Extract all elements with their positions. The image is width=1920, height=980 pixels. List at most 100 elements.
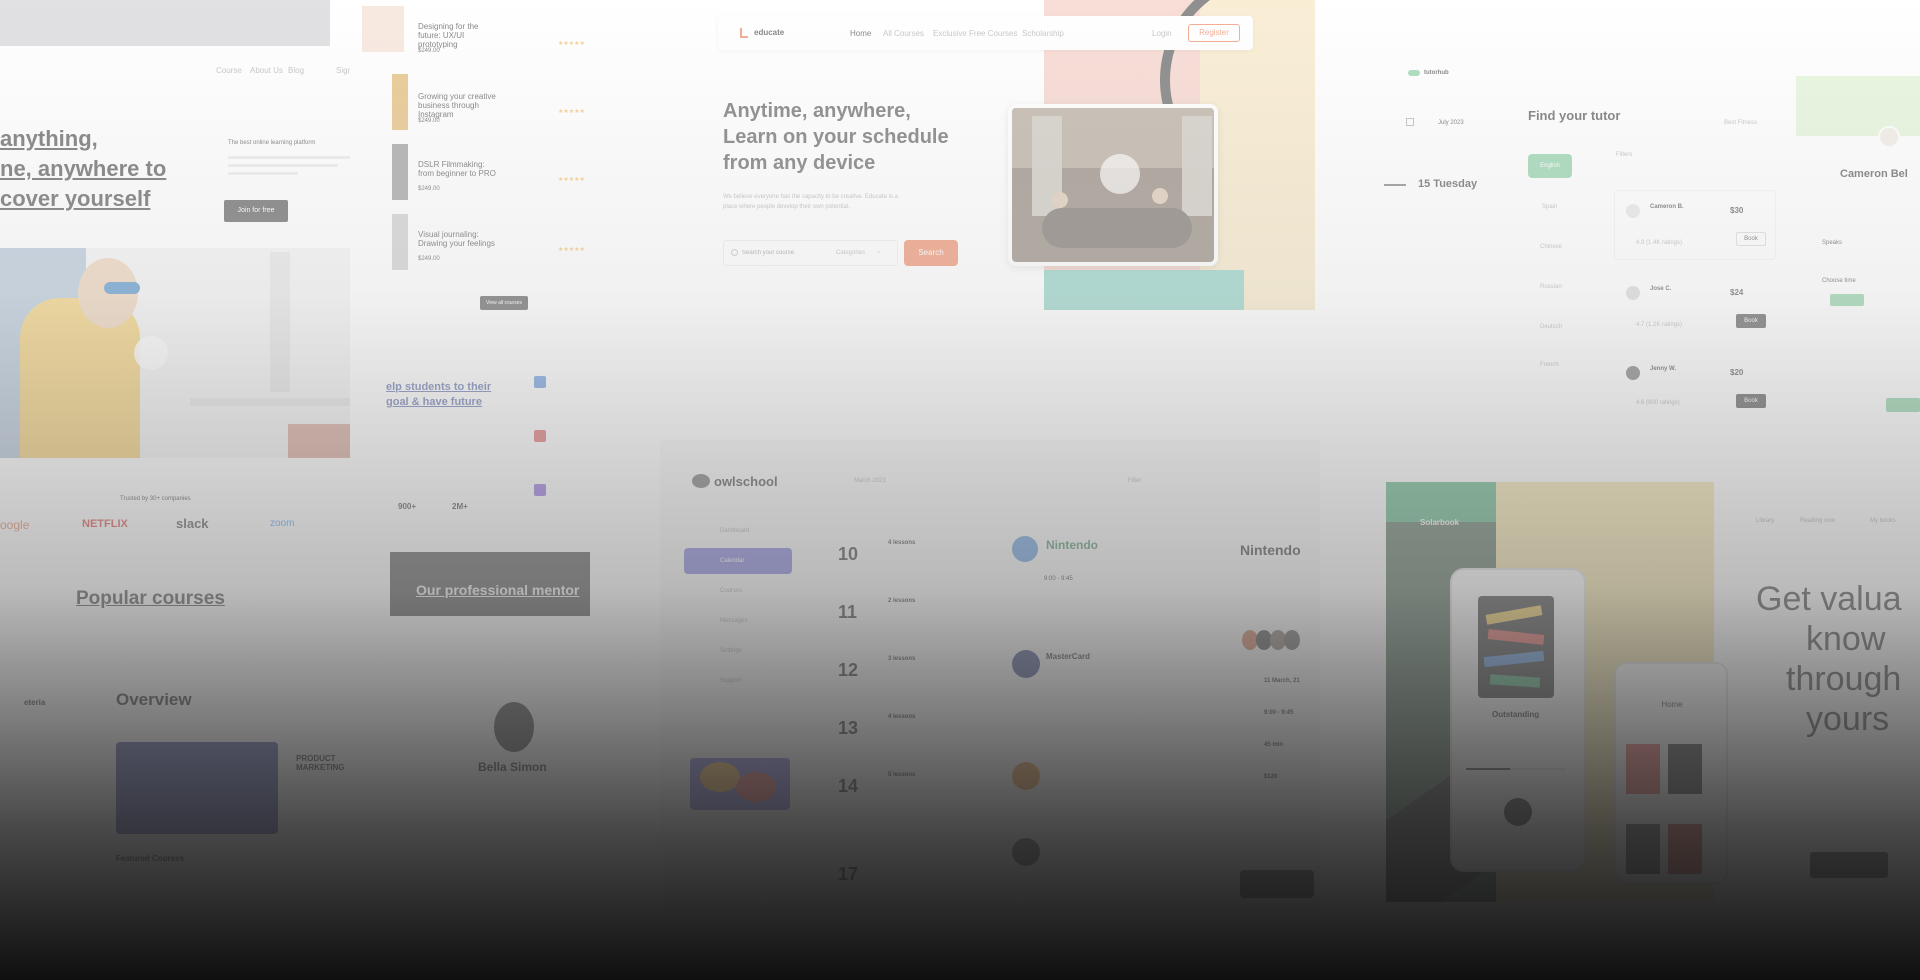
course-banner[interactable] xyxy=(116,742,278,834)
sidebar-item[interactable]: Support xyxy=(720,678,741,684)
tutor-price: $20 xyxy=(1730,368,1744,377)
educate-hero-line: Anytime, anywhere, xyxy=(723,100,911,122)
company-logo xyxy=(1012,536,1038,562)
day-label[interactable]: 15 Tuesday xyxy=(1418,178,1477,190)
sidebar-item[interactable]: Dashboard xyxy=(720,528,749,534)
confirm-button[interactable] xyxy=(1886,398,1920,412)
time-slot[interactable] xyxy=(1830,294,1864,306)
day-number[interactable]: 14 xyxy=(838,776,858,797)
nav-item[interactable]: Course xyxy=(216,66,242,75)
course-title[interactable]: DSLR Filmmaking: from beginner to PRO xyxy=(418,160,498,178)
download-button[interactable] xyxy=(1810,852,1888,878)
promo-card[interactable] xyxy=(690,758,790,810)
sidebar-item[interactable]: Messages xyxy=(720,618,747,624)
course-title[interactable]: Visual journaling: Drawing your feelings xyxy=(418,230,498,248)
category-select[interactable]: Categories xyxy=(836,250,865,256)
join-button[interactable]: Join for free xyxy=(224,200,288,222)
company-logo xyxy=(1012,650,1040,678)
view-all-courses-button[interactable]: View all courses xyxy=(480,296,528,310)
educate-hero-line: Learn on your schedule xyxy=(723,126,949,148)
book-button[interactable]: Book xyxy=(1736,394,1766,408)
day-number[interactable]: 10 xyxy=(838,544,858,565)
tutor-name[interactable]: Cameron B. xyxy=(1650,204,1684,210)
owlschool-brand[interactable]: owlschool xyxy=(714,474,778,489)
choose-time-label: Choose time xyxy=(1822,278,1856,284)
educate-hero-line: from any device xyxy=(723,152,876,174)
company-name[interactable]: MasterCard xyxy=(1046,652,1090,661)
nav-reading-now[interactable]: Reading now xyxy=(1800,518,1835,524)
nav-my-books[interactable]: My books xyxy=(1870,518,1896,524)
course-thumb xyxy=(362,6,404,52)
nav-free-courses[interactable]: Exclusive Free Courses xyxy=(933,29,1017,38)
nav-item[interactable]: Blog xyxy=(288,66,304,75)
hero-line: know xyxy=(1806,620,1886,658)
book-button[interactable]: Book xyxy=(1736,314,1766,328)
classroom-video[interactable] xyxy=(1008,104,1218,266)
language-item[interactable]: Spain xyxy=(1542,204,1557,210)
solarbook-brand[interactable]: Solarbook xyxy=(1420,518,1459,527)
course-title[interactable]: Growing your creative business through I… xyxy=(418,92,506,119)
book-tile[interactable] xyxy=(1668,824,1702,874)
stat-value: 2M+ xyxy=(452,502,468,511)
audiobook-panel: Solarbook Outstanding Home Library Readi… xyxy=(1386,482,1920,920)
day-events: 4 lessons xyxy=(888,714,916,720)
learning-landing-panel: Course About Us Blog Sign Up anything, n… xyxy=(0,0,390,540)
company-name[interactable]: Nintendo xyxy=(1046,538,1098,552)
language-item[interactable]: Deutsch xyxy=(1540,324,1562,330)
nav-library[interactable]: Library xyxy=(1756,518,1774,524)
course-price: $249.00 xyxy=(418,256,440,262)
book-tile[interactable] xyxy=(1626,744,1660,794)
day-number[interactable]: 12 xyxy=(838,660,858,681)
overview-title: Overview xyxy=(116,690,192,709)
tutor-rating: 4.6 (900 ratings) xyxy=(1636,400,1680,406)
nav-scholarship[interactable]: Scholarship xyxy=(1022,29,1064,38)
language-chip[interactable]: English xyxy=(1528,154,1572,178)
register-button[interactable]: Register xyxy=(1188,24,1240,42)
rating-stars: ★★★★★ xyxy=(558,177,585,183)
filter-button[interactable]: Filter xyxy=(1128,478,1141,484)
book-button[interactable]: Book xyxy=(1736,232,1766,246)
teacher-avatar xyxy=(494,702,534,752)
sort-select[interactable]: Best Fitness xyxy=(1724,120,1757,126)
day-number[interactable]: 13 xyxy=(838,718,858,739)
sidebar-item[interactable]: Courses xyxy=(720,588,742,594)
day-number[interactable]: 11 xyxy=(838,602,857,623)
eteria-brand[interactable]: eteria xyxy=(24,698,45,707)
search-button[interactable]: Search xyxy=(904,240,958,266)
tutor-name[interactable]: Jose C. xyxy=(1650,286,1671,292)
book-cover[interactable] xyxy=(1478,596,1554,698)
play-icon[interactable] xyxy=(134,336,168,370)
language-item[interactable]: French xyxy=(1540,362,1559,368)
book-tile[interactable] xyxy=(1668,744,1702,794)
hero-line: yours xyxy=(1806,700,1890,738)
month-label[interactable]: March 2023 xyxy=(854,478,886,484)
sidebar-item[interactable]: Settings xyxy=(720,648,742,654)
tutor-name[interactable]: Jenny W. xyxy=(1650,366,1676,372)
language-item[interactable]: Chinese xyxy=(1540,244,1562,250)
day-number[interactable]: 17 xyxy=(838,864,858,885)
sidebar-item[interactable]: Calendar xyxy=(720,558,744,564)
nav-all-courses[interactable]: All Courses xyxy=(883,29,924,38)
play-button[interactable] xyxy=(1504,798,1532,826)
play-icon[interactable] xyxy=(1100,154,1140,194)
feature-icon xyxy=(534,430,546,442)
book-tile[interactable] xyxy=(1626,824,1660,874)
tutor-rating: 4.7 (1.2K ratings) xyxy=(1636,322,1683,328)
search-input[interactable] xyxy=(742,244,820,262)
speaks-label: Speaks xyxy=(1822,240,1843,246)
educate-brand[interactable]: educate xyxy=(754,28,784,37)
hero-line: Get valua xyxy=(1756,580,1902,618)
language-item[interactable]: Russian xyxy=(1540,284,1562,290)
company-logo xyxy=(1012,762,1040,790)
logo-netflix: NETFLIX xyxy=(82,518,128,530)
detail-action-button[interactable] xyxy=(1240,870,1314,898)
tutor-card[interactable] xyxy=(1614,190,1776,260)
login-link[interactable]: Login xyxy=(1152,29,1172,38)
nav-home[interactable]: Home xyxy=(850,29,871,38)
rating-stars: ★★★★★ xyxy=(558,41,585,47)
nav-item[interactable]: About Us xyxy=(250,66,283,75)
detail-duration: 45 min xyxy=(1264,742,1284,748)
month-select[interactable]: July 2023 xyxy=(1438,120,1464,126)
course-title[interactable]: Designing for the future: UX/UI prototyp… xyxy=(418,22,502,49)
tutorhub-brand[interactable]: tutorhub xyxy=(1424,70,1449,76)
